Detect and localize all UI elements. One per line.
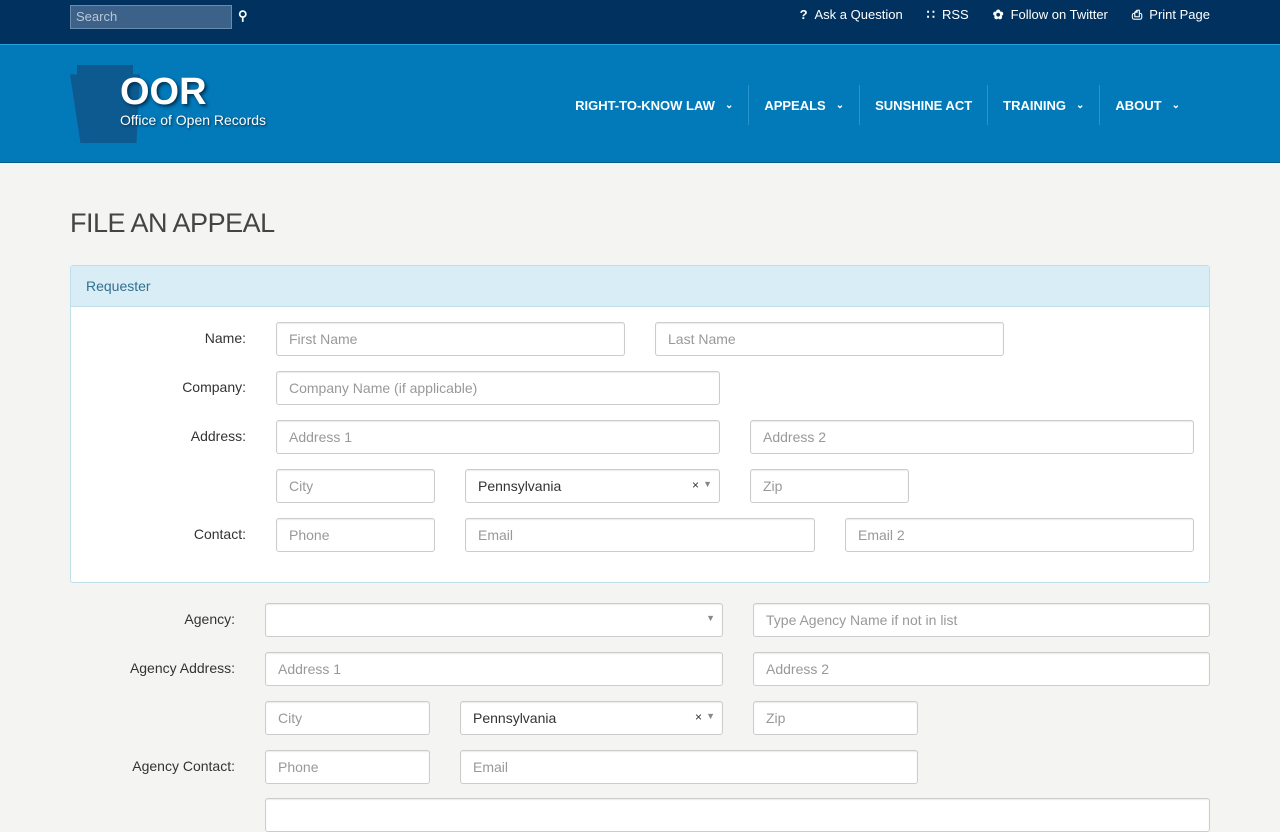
company-input[interactable]: Company Name (if applicable): [276, 371, 720, 405]
chevron-down-icon: ⌄: [1076, 99, 1085, 111]
chevron-down-icon: ⌄: [724, 99, 734, 111]
agency-address1-input[interactable]: Address 1: [265, 652, 723, 686]
nav-about[interactable]: ABOUT ⌄: [1099, 85, 1195, 125]
link-label: Follow on Twitter: [1010, 7, 1108, 22]
clear-icon[interactable]: ×: [692, 478, 699, 492]
state-value: Pennsylvania: [478, 478, 562, 494]
logo-title[interactable]: OOR: [120, 71, 207, 114]
address1-input[interactable]: Address 1: [276, 420, 720, 454]
agency-city-input[interactable]: City: [265, 701, 430, 735]
agency-other-input[interactable]: Type Agency Name if not in list: [753, 603, 1210, 637]
caret-down-icon[interactable]: ▼: [706, 711, 715, 721]
next-field[interactable]: [265, 798, 1210, 832]
question-icon: ?: [799, 7, 808, 22]
agency-address2-input[interactable]: Address 2: [753, 652, 1210, 686]
nav-sunshine-act[interactable]: SUNSHINE ACT: [859, 85, 987, 125]
panel-heading: Requester: [71, 266, 1209, 307]
twitter-icon: ✿: [992, 7, 1004, 22]
logo-subtitle[interactable]: Office of Open Records: [120, 112, 266, 128]
top-bar: Search ⚲ ? Ask a Question ∷ RSS ✿ Follow on…: [0, 0, 1280, 44]
print-link[interactable]: ⎙ Print Page: [1132, 7, 1210, 23]
agency-address-label: Agency Address:: [129, 660, 235, 676]
twitter-link[interactable]: ✿ Follow on Twitter: [993, 7, 1108, 23]
caret-down-icon[interactable]: ▼: [703, 479, 712, 489]
agency-email-input[interactable]: Email: [460, 750, 918, 784]
state-value: Pennsylvania: [473, 710, 557, 726]
first-name-input[interactable]: First Name: [276, 322, 625, 356]
nav-training[interactable]: TRAINING ⌄: [987, 85, 1099, 125]
name-label: Name:: [204, 330, 246, 346]
agency-contact-label: Agency Contact:: [132, 758, 235, 774]
contact-label: Contact:: [193, 526, 246, 542]
link-label: RSS: [941, 7, 969, 22]
agency-state-select[interactable]: Pennsylvania × ▼: [460, 701, 723, 735]
agency-label: Agency:: [184, 611, 235, 627]
email2-input[interactable]: Email 2: [845, 518, 1194, 552]
zip-input[interactable]: Zip: [750, 469, 909, 503]
print-icon: ⎙: [1131, 7, 1143, 22]
phone-input[interactable]: Phone: [276, 518, 435, 552]
company-label: Company:: [182, 379, 246, 395]
caret-down-icon[interactable]: ▼: [706, 613, 715, 623]
link-label: Ask a Question: [814, 7, 903, 22]
clear-icon[interactable]: ×: [695, 710, 702, 724]
main-nav: RIGHT-TO-KNOW LAW ⌄ APPEALS ⌄ SUNSHINE ACT…: [560, 85, 1195, 125]
rss-link[interactable]: ∷ RSS: [927, 7, 969, 23]
search-icon[interactable]: ⚲: [238, 8, 248, 24]
city-input[interactable]: City: [276, 469, 435, 503]
page-title: FILE AN APPEAL: [70, 208, 275, 238]
last-name-input[interactable]: Last Name: [655, 322, 1004, 356]
search-input[interactable]: Search: [70, 5, 232, 29]
ask-question-link[interactable]: ? Ask a Question: [800, 7, 903, 23]
nav-appeals[interactable]: APPEALS ⌄: [748, 85, 859, 125]
address2-input[interactable]: Address 2: [750, 420, 1194, 454]
nav-right-to-know[interactable]: RIGHT-TO-KNOW LAW ⌄: [560, 85, 748, 125]
address-label: Address:: [190, 428, 246, 444]
state-select[interactable]: Pennsylvania × ▼: [465, 469, 720, 503]
chevron-down-icon: ⌄: [1171, 99, 1180, 111]
link-label: Print Page: [1149, 7, 1210, 22]
site-header: OOR Office of Open Records RIGHT-TO-KNOW…: [0, 44, 1280, 163]
chevron-down-icon: ⌄: [835, 99, 845, 111]
agency-select[interactable]: ▼: [265, 603, 723, 637]
email-input[interactable]: Email: [465, 518, 815, 552]
rss-icon: ∷: [926, 7, 935, 22]
agency-phone-input[interactable]: Phone: [265, 750, 430, 784]
agency-zip-input[interactable]: Zip: [753, 701, 918, 735]
